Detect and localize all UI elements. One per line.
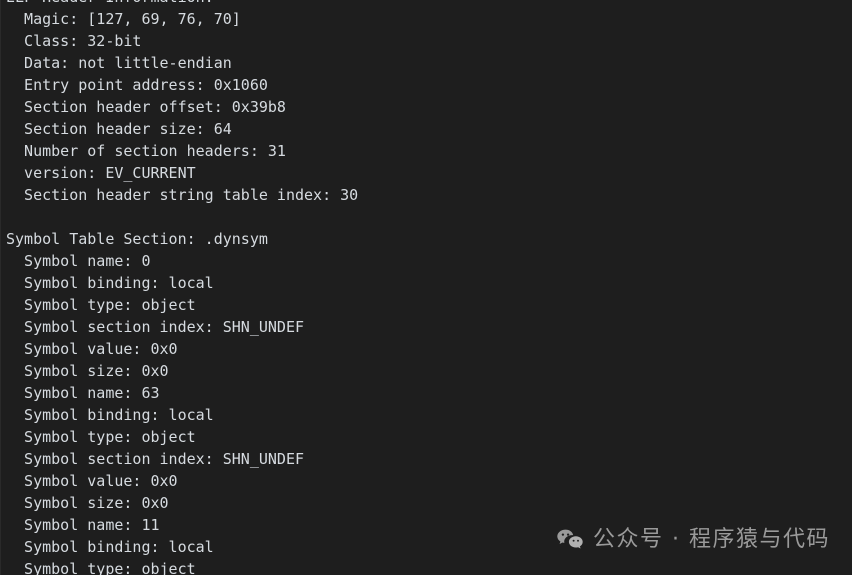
console-output[interactable]: ELF Header Information: Magic: [127, 69,… (0, 0, 852, 575)
console-line: ELF Header Information: (0, 0, 852, 8)
console-line: Symbol value: 0x0 (6, 472, 178, 490)
console-line: Symbol section index: SHN_UNDEF (6, 450, 305, 468)
console-line: Section header offset: 0x39b8 (6, 98, 286, 116)
console-line-section-header: Symbol Table Section: .dynsym (6, 230, 268, 248)
console-line: version: EV_CURRENT (6, 164, 196, 182)
console-line: Symbol name: 63 (6, 384, 160, 402)
console-line: Section header string table index: 30 (6, 186, 359, 204)
console-line: Symbol name: 0 (6, 252, 151, 270)
console-line: Symbol binding: local (6, 538, 214, 556)
console-line-blank (0, 206, 852, 228)
console-line: Symbol size: 0x0 (6, 362, 169, 380)
console-line: Magic: [127, 69, 76, 70] (6, 10, 241, 28)
console-line: Section header size: 64 (6, 120, 232, 138)
console-line: Entry point address: 0x1060 (6, 76, 268, 94)
console-line: Data: not little-endian (6, 54, 232, 72)
console-line: Number of section headers: 31 (6, 142, 286, 160)
console-line: Symbol type: object (6, 428, 196, 446)
console-line: Symbol type: object (6, 560, 196, 575)
console-line: Symbol name: 11 (6, 516, 160, 534)
console-line: Class: 32-bit (6, 32, 142, 50)
console-line: Symbol binding: local (6, 274, 214, 292)
console-line: Symbol value: 0x0 (6, 340, 178, 358)
console-line: Symbol section index: SHN_UNDEF (6, 318, 305, 336)
console-line: Symbol size: 0x0 (6, 494, 169, 512)
console-line: Symbol binding: local (6, 406, 214, 424)
terminal-window: ELF Header Information: Magic: [127, 69,… (0, 0, 852, 575)
console-line: Symbol type: object (6, 296, 196, 314)
